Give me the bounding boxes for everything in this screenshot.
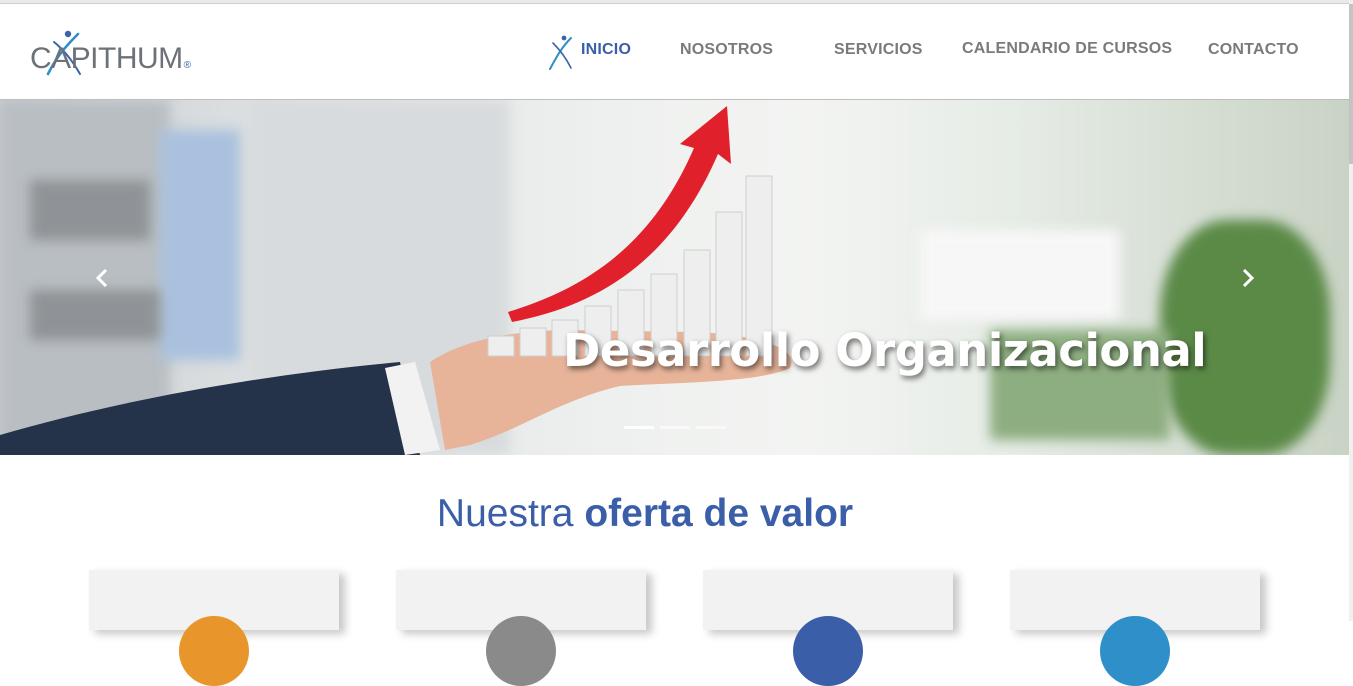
section-title: Nuestra oferta de valor — [0, 492, 1290, 536]
offer-card-icon — [486, 616, 556, 686]
site-header: CAPITHUM® INICIO NOSOTROS SERVICIOS CALE… — [0, 4, 1349, 100]
hand-with-chart-illustration — [0, 106, 792, 455]
chevron-left-icon[interactable] — [92, 266, 112, 290]
main-navigation: INICIO NOSOTROS SERVICIOS CALENDARIO DE … — [0, 4, 1349, 100]
offer-card-2[interactable] — [396, 570, 646, 686]
offer-card-icon — [179, 616, 249, 686]
section-title-light: Nuestra — [436, 492, 574, 535]
slide-title: Desarrollo Organizacional — [563, 324, 1207, 377]
scrollbar-thumb[interactable] — [1349, 4, 1353, 164]
nav-item-inicio[interactable]: INICIO — [581, 41, 631, 59]
offer-card-4[interactable] — [1010, 570, 1260, 686]
carousel-indicator-1[interactable] — [624, 426, 654, 429]
hero-carousel[interactable]: Desarrollo Organizacional — [0, 100, 1349, 455]
offer-card-3[interactable] — [703, 570, 953, 686]
carousel-indicator-2[interactable] — [660, 426, 690, 429]
nav-item-calendario-de-cursos[interactable]: CALENDARIO DE CURSOS — [962, 40, 1172, 58]
figure-icon — [549, 35, 572, 70]
nav-item-servicios[interactable]: SERVICIOS — [834, 41, 923, 59]
nav-item-contacto[interactable]: CONTACTO — [1208, 41, 1299, 59]
offer-card-1[interactable] — [89, 570, 339, 686]
chevron-right-icon[interactable] — [1238, 266, 1258, 290]
section-title-bold: oferta de valor — [584, 492, 854, 535]
scrollbar[interactable] — [1349, 0, 1353, 621]
carousel-indicator-3[interactable] — [696, 426, 726, 429]
offer-card-icon — [1100, 616, 1170, 686]
nav-item-nosotros[interactable]: NOSOTROS — [680, 41, 773, 59]
offer-card-icon — [793, 616, 863, 686]
